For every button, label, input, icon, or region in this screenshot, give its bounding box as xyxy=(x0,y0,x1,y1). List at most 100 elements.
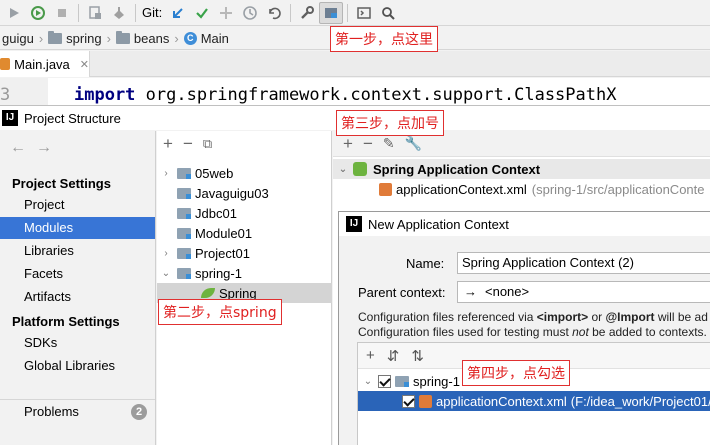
add-context-icon[interactable]: + xyxy=(343,134,353,154)
dialog-title: Project Structure xyxy=(24,110,121,126)
breadcrumb-separator-icon: › xyxy=(174,30,179,46)
annotation-step2: 第二步，点spring xyxy=(158,299,282,325)
git-commit-icon[interactable] xyxy=(190,2,214,24)
search-icon[interactable] xyxy=(376,2,400,24)
code-editor[interactable]: 3 import org.springframework.context.sup… xyxy=(0,78,710,106)
java-file-icon xyxy=(0,58,11,70)
edit-pencil-icon[interactable]: ✎ xyxy=(383,135,395,152)
parent-context-select[interactable]: → <none> xyxy=(457,281,710,303)
divider xyxy=(0,399,155,400)
annotation-step3: 第三步，点加号 xyxy=(336,110,444,136)
add-icon[interactable]: + xyxy=(163,134,173,154)
main-toolbar: Git: xyxy=(0,0,710,26)
chevron-down-icon[interactable]: ⌄ xyxy=(333,164,353,175)
chevron-right-icon[interactable]: › xyxy=(159,168,173,179)
history-icon[interactable] xyxy=(238,2,262,24)
breadcrumb-item[interactable]: spring xyxy=(46,30,103,46)
module-row-module01[interactable]: Module01 xyxy=(157,223,332,243)
module-folder-icon xyxy=(177,207,191,219)
module-folder-icon xyxy=(177,267,191,279)
chevron-down-icon[interactable]: ⌄ xyxy=(159,268,173,279)
module-row-javaguigu03[interactable]: Javaguigu03 xyxy=(157,183,332,203)
module-checkbox[interactable] xyxy=(378,374,391,388)
annotation-step1: 第一步，点这里 xyxy=(330,26,438,52)
project-structure-icon[interactable] xyxy=(319,1,344,24)
module-tree-toolbar: + − ⧉ xyxy=(157,131,332,157)
module-row-spring-1[interactable]: ⌄ spring-1 xyxy=(157,263,332,283)
problems-count-badge: 2 xyxy=(131,404,147,420)
nav-arrows: ← → xyxy=(10,139,52,157)
intellij-logo-icon: IJ xyxy=(346,216,362,232)
section-platform-settings: Platform Settings xyxy=(12,314,120,329)
spring-leaf-icon xyxy=(201,288,215,298)
git-push-icon[interactable] xyxy=(214,2,238,24)
rollback-icon[interactable] xyxy=(262,2,286,24)
breadcrumb-item[interactable]: beans xyxy=(114,30,171,46)
remove-icon[interactable]: − xyxy=(363,134,373,154)
nav-item-sdks[interactable]: SDKs xyxy=(0,332,155,354)
close-icon[interactable]: ✕ xyxy=(80,58,89,71)
editor-tab-main-java[interactable]: Main.java ✕ xyxy=(0,51,90,77)
nav-item-artifacts[interactable]: Artifacts xyxy=(0,286,155,308)
line-number: 3 xyxy=(0,78,48,106)
xml-file-icon xyxy=(379,182,392,196)
collapse-all-icon[interactable]: ⇅ xyxy=(411,347,424,365)
context-file-row[interactable]: applicationContext.xml (spring-1/src/app… xyxy=(333,179,710,199)
module-folder-icon xyxy=(177,247,191,259)
breadcrumb-separator-icon: › xyxy=(106,30,111,46)
spring-icon xyxy=(353,162,367,176)
context-group-header[interactable]: ⌄ Spring Application Context xyxy=(333,159,710,179)
toolbar-divider xyxy=(290,3,292,22)
name-field[interactable]: Spring Application Context (2) xyxy=(457,252,710,274)
wrench-icon[interactable]: 🔧 xyxy=(405,135,422,152)
folder-icon xyxy=(115,30,130,44)
folder-icon xyxy=(48,30,63,44)
new-application-context-dialog: IJ New Application Context Name: Spring … xyxy=(338,211,710,445)
settings-wrench-icon[interactable] xyxy=(295,2,319,24)
dialog-title: New Application Context xyxy=(368,216,509,232)
build-icon[interactable] xyxy=(107,2,131,24)
module-row-jdbc01[interactable]: Jdbc01 xyxy=(157,203,332,223)
back-arrow-icon[interactable]: ← xyxy=(10,139,26,157)
section-project-settings: Project Settings xyxy=(12,176,111,191)
attach-debugger-icon[interactable] xyxy=(83,2,107,24)
file-checkbox[interactable] xyxy=(402,394,415,408)
copy-icon[interactable]: ⧉ xyxy=(203,136,212,152)
add-icon[interactable]: + xyxy=(366,347,375,364)
remove-icon[interactable]: − xyxy=(183,134,193,154)
nav-item-project[interactable]: Project xyxy=(0,194,155,216)
annotation-step4: 第四步，点勾选 xyxy=(462,360,570,386)
module-folder-icon xyxy=(177,187,191,199)
chevron-right-icon[interactable]: › xyxy=(159,248,173,259)
run-coverage-icon[interactable] xyxy=(26,2,50,24)
module-folder-icon xyxy=(395,375,409,387)
module-folder-icon xyxy=(177,167,191,179)
nav-item-global-libraries[interactable]: Global Libraries xyxy=(0,355,155,377)
terminal-icon[interactable] xyxy=(352,2,376,24)
run-icon[interactable] xyxy=(2,2,26,24)
expand-all-icon[interactable]: ⇵ xyxy=(387,347,400,365)
nav-item-modules[interactable]: Modules xyxy=(0,217,155,239)
module-folder-icon xyxy=(177,227,191,239)
module-row-05web[interactable]: › 05web xyxy=(157,163,332,183)
chevron-down-icon[interactable]: ⌄ xyxy=(358,376,378,387)
breadcrumb-item[interactable]: C Main xyxy=(182,31,231,46)
info-text-testing: Configuration files used for testing mus… xyxy=(358,325,707,339)
config-file-tree: + ⇵ ⇅ ⌄ spring-1 applicationContext.xml … xyxy=(357,342,710,445)
git-update-icon[interactable] xyxy=(166,2,190,24)
stop-icon[interactable] xyxy=(50,2,74,24)
toolbar-divider xyxy=(78,3,79,22)
module-row-project01[interactable]: › Project01 xyxy=(157,243,332,263)
nav-item-facets[interactable]: Facets xyxy=(0,263,155,285)
nav-item-libraries[interactable]: Libraries xyxy=(0,240,155,262)
git-label: Git: xyxy=(142,5,163,20)
xml-file-icon xyxy=(419,394,432,408)
breadcrumb-item[interactable]: guigu xyxy=(0,31,36,46)
toolbar-divider xyxy=(347,3,349,22)
intellij-logo-icon: IJ xyxy=(2,110,18,126)
name-label: Name: xyxy=(406,256,445,271)
tree-row-application-context[interactable]: applicationContext.xml (F:/idea_work/Pro… xyxy=(358,391,710,411)
breadcrumb-separator-icon: › xyxy=(38,30,44,46)
dialog-title-bar: IJ New Application Context xyxy=(339,212,710,236)
forward-arrow-icon[interactable]: → xyxy=(36,139,52,157)
